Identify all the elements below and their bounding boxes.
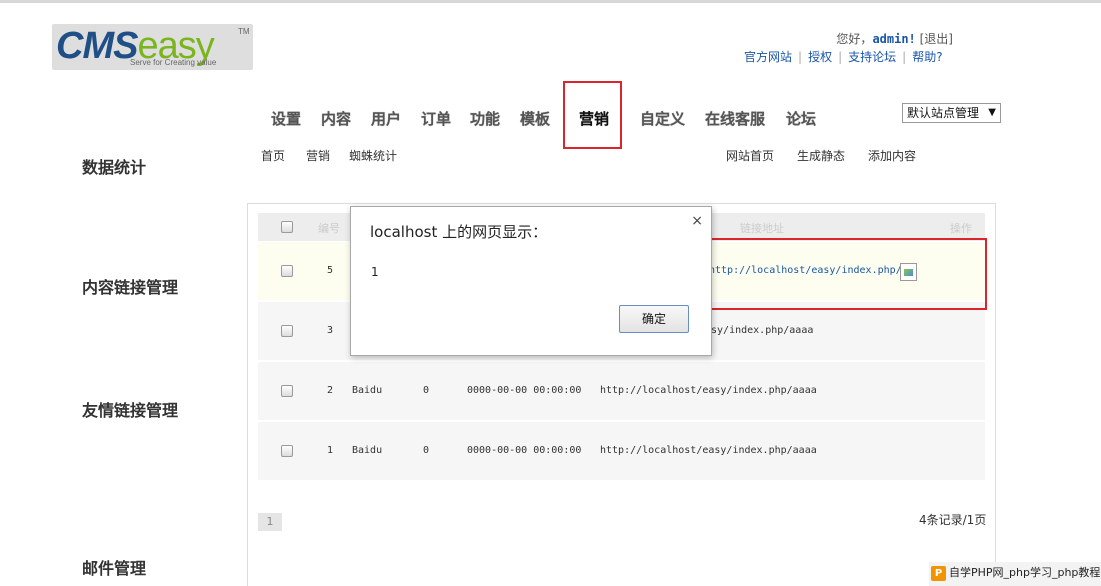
- row-id: 5: [327, 265, 334, 276]
- greeting-text: 您好，: [836, 32, 873, 46]
- row-count: 0: [423, 385, 430, 396]
- subnav-home[interactable]: 首页: [261, 147, 285, 164]
- header-id: 编号: [318, 222, 340, 235]
- nav-functions[interactable]: 功能: [470, 108, 500, 129]
- logo-trademark: TM: [238, 27, 250, 36]
- ok-button[interactable]: 确定: [619, 305, 689, 333]
- license-link[interactable]: 授权: [808, 50, 832, 64]
- separator: |: [798, 50, 803, 64]
- user-greeting: 您好，admin! [退出]: [836, 30, 953, 47]
- nav-forum[interactable]: 论坛: [786, 108, 816, 129]
- row-checkbox[interactable]: [281, 325, 293, 337]
- add-content-link[interactable]: 添加内容: [868, 147, 916, 164]
- records-count: 4条记录/1页: [919, 513, 987, 527]
- side-heading-content-links[interactable]: 内容链接管理: [82, 274, 178, 298]
- url-highlight-box: [693, 238, 987, 310]
- row-id: 2: [327, 385, 334, 396]
- subnav-marketing[interactable]: 营销: [306, 147, 330, 164]
- row-time: 0000-00-00 00:00:00: [467, 385, 582, 396]
- cmseasy-logo[interactable]: CMSeasy TM Serve for Creating value: [52, 24, 253, 70]
- nav-templates[interactable]: 模板: [520, 108, 550, 129]
- table-row: 2 Baidu 0 0000-00-00 00:00:00 http://loc…: [258, 362, 985, 420]
- generate-static-link[interactable]: 生成静态: [797, 147, 845, 164]
- subnav-spider-stats[interactable]: 蜘蛛统计: [349, 147, 397, 164]
- official-site-link[interactable]: 官方网站: [744, 50, 792, 64]
- nav-settings[interactable]: 设置: [271, 108, 301, 129]
- nav-orders[interactable]: 订单: [421, 108, 451, 129]
- logo-cms-text: CMS: [56, 25, 138, 67]
- logout-link[interactable]: [退出]: [920, 32, 953, 46]
- row-url[interactable]: asy/index.php/aaaa: [705, 325, 813, 336]
- support-forum-link[interactable]: 支持论坛: [848, 50, 896, 64]
- side-heading-statistics[interactable]: 数据统计: [82, 154, 146, 178]
- row-checkbox[interactable]: [281, 445, 293, 457]
- separator: |: [838, 50, 843, 64]
- header-url: 链接地址: [740, 222, 784, 235]
- row-id: 1: [327, 445, 334, 456]
- pager-page[interactable]: 1: [258, 513, 282, 531]
- logo-slogan: Serve for Creating value: [130, 58, 217, 67]
- site-home-link[interactable]: 网站首页: [726, 147, 774, 164]
- watermark: P 自学PHP网_php学习_php教程: [929, 562, 1101, 586]
- username: admin!: [872, 32, 916, 46]
- top-links: 官方网站 | 授权 | 支持论坛 | 帮助?: [744, 48, 943, 65]
- row-name: Baidu: [352, 445, 383, 456]
- row-count: 0: [423, 445, 430, 456]
- row-url[interactable]: http://localhost/easy/index.php/aaaa: [600, 385, 817, 396]
- separator: |: [902, 50, 907, 64]
- row-name: Baidu: [352, 385, 383, 396]
- select-all-checkbox[interactable]: [281, 221, 293, 233]
- site-select-value: 默认站点管理: [907, 106, 980, 120]
- side-heading-mail[interactable]: 邮件管理: [82, 555, 146, 579]
- nav-content[interactable]: 内容: [321, 108, 351, 129]
- row-time: 0000-00-00 00:00:00: [467, 445, 582, 456]
- row-url[interactable]: http://localhost/easy/index.php/aaaa: [600, 445, 817, 456]
- close-icon[interactable]: ×: [691, 213, 703, 229]
- table-row: 1 Baidu 0 0000-00-00 00:00:00 http://loc…: [258, 422, 985, 480]
- top-border: [0, 0, 1101, 3]
- nav-users[interactable]: 用户: [371, 108, 401, 129]
- header-actions: 操作: [950, 222, 972, 235]
- dialog-message: 1: [371, 265, 379, 279]
- dialog-title: localhost 上的网页显示：: [370, 223, 548, 241]
- watermark-text: 自学PHP网_php学习_php教程: [949, 566, 1101, 579]
- row-checkbox[interactable]: [281, 265, 293, 277]
- marketing-highlight-box: [563, 81, 622, 149]
- nav-custom[interactable]: 自定义: [640, 108, 685, 129]
- row-checkbox[interactable]: [281, 385, 293, 397]
- site-select[interactable]: 默认站点管理 ▼: [902, 103, 1001, 123]
- nav-online-service[interactable]: 在线客服: [705, 108, 765, 129]
- dropdown-arrow-icon: ▼: [988, 107, 996, 118]
- side-heading-friend-links[interactable]: 友情链接管理: [82, 397, 178, 421]
- php-logo-icon: P: [931, 565, 946, 581]
- alert-dialog: localhost 上的网页显示： × 1 确定: [350, 206, 712, 356]
- row-id: 3: [327, 325, 334, 336]
- help-link[interactable]: 帮助?: [912, 50, 942, 64]
